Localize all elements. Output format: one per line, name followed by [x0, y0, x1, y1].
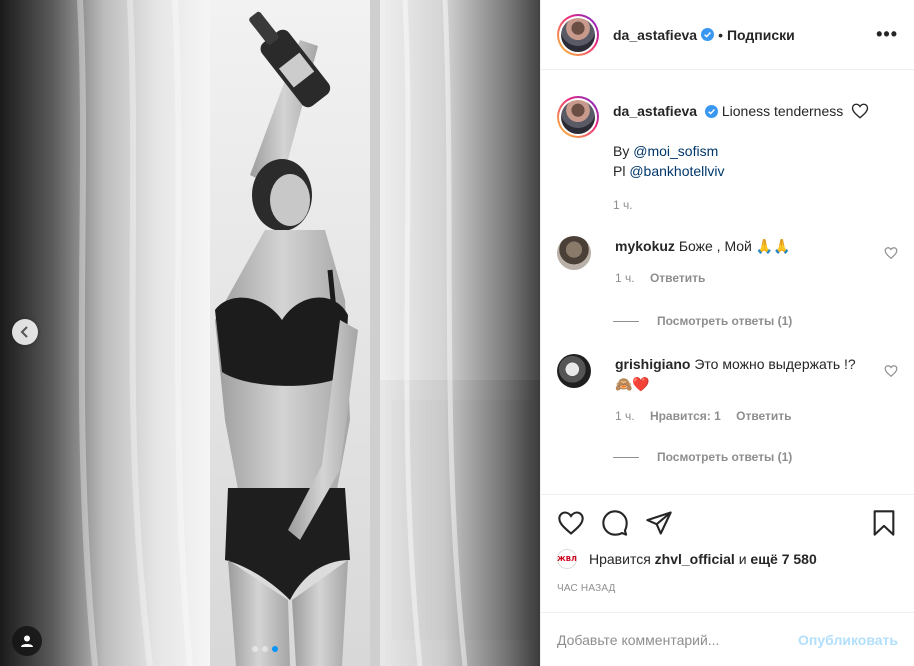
user-icon [21, 635, 33, 647]
like-comment-icon[interactable] [884, 364, 898, 378]
avatar-image [561, 17, 595, 52]
add-comment-bar: Опубликовать [541, 612, 914, 666]
post-side-panel: da_astafieva • Подписки ••• da_astafieva… [540, 0, 914, 666]
publish-button[interactable]: Опубликовать [798, 632, 898, 648]
chevron-left-icon [20, 326, 28, 338]
likes-count-button[interactable]: ещё 7 580 [750, 551, 816, 567]
share-icon[interactable] [645, 509, 673, 537]
view-replies-button[interactable]: Посмотреть ответы (1) [613, 314, 792, 328]
comment-item: grishigiano Это можно выдержать !?🙈❤️ 1 … [557, 354, 898, 426]
carousel-indicator [252, 646, 278, 652]
liker-avatar[interactable]: ЖВЛ [557, 549, 577, 569]
tagged-users-button[interactable] [12, 626, 42, 656]
comment-likes-count[interactable]: Нравится: 1 [650, 409, 721, 423]
comment-avatar[interactable] [557, 236, 591, 270]
comment-time[interactable]: 1 ч. [615, 271, 635, 285]
avatar[interactable] [557, 13, 599, 56]
view-replies-button[interactable]: Посмотреть ответы (1) [613, 450, 792, 464]
verified-badge-icon [701, 28, 715, 41]
post-header: da_astafieva • Подписки ••• [541, 0, 914, 70]
likes-summary: ЖВЛ Нравится zhvl_official и ещё 7 580 [557, 549, 898, 569]
verified-badge-icon [704, 105, 718, 118]
post-actions: ЖВЛ Нравится zhvl_official и ещё 7 580 Ч… [541, 494, 914, 594]
like-comment-icon[interactable] [884, 246, 898, 260]
mention-link[interactable]: @bankhotellviv [629, 163, 724, 179]
likes-prefix: Нравится [589, 551, 655, 567]
comment-input[interactable] [557, 631, 799, 648]
caption-time[interactable]: 1 ч. [613, 195, 869, 215]
heart-outline-icon [851, 103, 869, 119]
bookmark-icon[interactable] [870, 509, 898, 537]
caption-text: Lioness tenderness [721, 103, 844, 119]
header-separator: • [718, 26, 723, 43]
comment-avatar[interactable] [557, 354, 591, 388]
comment-time[interactable]: 1 ч. [615, 409, 635, 423]
carousel-dot [262, 646, 268, 652]
carousel-dot [252, 646, 258, 652]
view-replies-label: Посмотреть ответы (1) [657, 450, 793, 464]
photo-image [0, 0, 540, 666]
caption-line2-prefix: By [613, 143, 634, 159]
reply-button[interactable]: Ответить [736, 409, 791, 423]
comment-icon[interactable] [601, 509, 629, 537]
reply-button[interactable]: Ответить [650, 271, 705, 285]
carousel-prev-button[interactable] [12, 319, 38, 345]
comment-username[interactable]: mykokuz [615, 238, 675, 254]
caption-avatar[interactable] [557, 96, 599, 138]
post-photo[interactable] [0, 0, 540, 666]
caption-username[interactable]: da_astafieva [613, 103, 697, 119]
following-button[interactable]: Подписки [727, 27, 795, 43]
liker-username[interactable]: zhvl_official [655, 551, 735, 567]
mention-link[interactable]: @moi_sofism [633, 143, 718, 159]
caption-line3-prefix: Pl [613, 163, 630, 179]
avatar-image [561, 100, 595, 134]
header-username[interactable]: da_astafieva [613, 27, 697, 43]
carousel-dot-active [272, 646, 278, 652]
comments-list: da_astafieva Lioness tenderness By @moi_… [541, 70, 914, 494]
comment-item: mykokuz Боже , Мой 🙏🙏 1 ч. Ответить [557, 236, 898, 288]
posted-time[interactable]: ЧАС НАЗАД [557, 583, 898, 594]
heart-icon[interactable] [557, 509, 585, 537]
likes-middle: и [734, 551, 751, 567]
post-caption: da_astafieva Lioness tenderness By @moi_… [557, 70, 898, 215]
comment-username[interactable]: grishigiano [615, 356, 690, 372]
more-horizontal-icon[interactable]: ••• [876, 24, 898, 45]
view-replies-label: Посмотреть ответы (1) [657, 314, 793, 328]
comment-text: Боже , Мой 🙏🙏 [678, 238, 791, 254]
